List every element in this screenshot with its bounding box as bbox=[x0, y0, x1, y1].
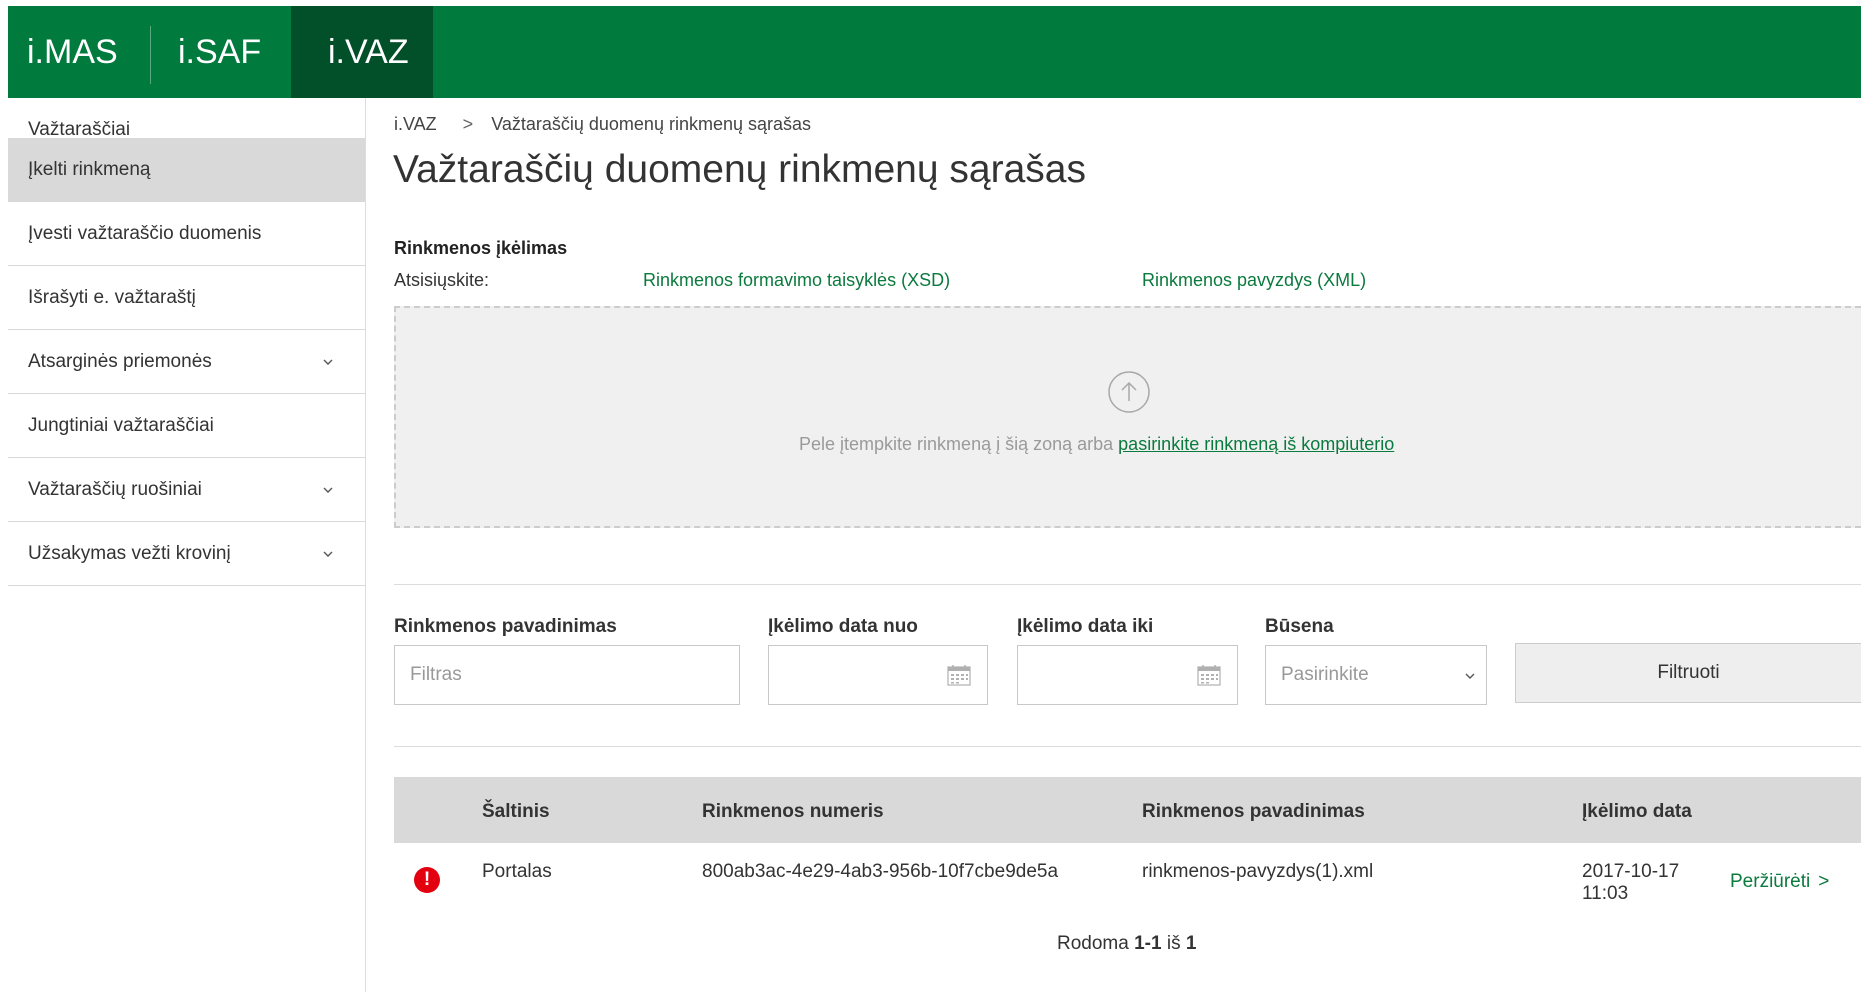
column-header-source[interactable]: Šaltinis bbox=[482, 801, 550, 823]
date-from-input[interactable] bbox=[768, 645, 988, 705]
file-drop-zone[interactable]: Pele įtempkite rinkmeną į šią zoną arba … bbox=[394, 306, 1861, 528]
filter-button[interactable]: Filtruoti bbox=[1515, 643, 1861, 703]
download-label: Atsisiųskite: bbox=[394, 270, 490, 290]
drop-zone-text: Pele įtempkite rinkmeną į šią zoną arba … bbox=[799, 434, 1394, 455]
sidebar-item-ruosiniai[interactable]: Važtaraščių ruošiniai bbox=[8, 458, 365, 522]
breadcrumb-root-link[interactable]: i.VAZ bbox=[394, 114, 437, 134]
calendar-icon[interactable] bbox=[1197, 664, 1221, 686]
filter-name-input[interactable] bbox=[394, 645, 740, 705]
table-header: Šaltinis Rinkmenos numeris Rinkmenos pav… bbox=[394, 777, 1861, 843]
status-select[interactable]: Pasirinkite bbox=[1265, 645, 1487, 705]
calendar-icon[interactable] bbox=[947, 664, 971, 686]
divider bbox=[394, 584, 1861, 585]
sidebar-item-label: Išrašyti e. važtaraštį bbox=[28, 286, 196, 308]
chevron-down-icon bbox=[323, 359, 333, 365]
app-tab-isaf[interactable]: i.SAF bbox=[178, 6, 261, 98]
filter-date-to-label: Įkėlimo data iki bbox=[1017, 616, 1154, 637]
top-app-bar: i.MAS i.SAF i.VAZ bbox=[8, 6, 1861, 98]
filter-date-from-label: Įkėlimo data nuo bbox=[768, 616, 918, 637]
sidebar-item-label: Važtaraščių ruošiniai bbox=[28, 478, 202, 500]
upload-arrow-icon bbox=[1108, 371, 1150, 413]
sidebar-item-label: Atsarginės priemonės bbox=[28, 350, 212, 372]
sidebar-item-label: Jungtiniai važtaraščiai bbox=[28, 414, 214, 436]
view-details-link[interactable]: Peržiūrėti > bbox=[1730, 871, 1829, 893]
sidebar-item-uzsakymas[interactable]: Užsakymas vežti krovinį bbox=[8, 522, 365, 586]
date-to-input[interactable] bbox=[1017, 645, 1238, 705]
sidebar-item-label: Įvesti važtaraščio duomenis bbox=[28, 222, 262, 244]
breadcrumb: i.VAZ > Važtaraščių duomenų rinkmenų sąraš… bbox=[394, 114, 811, 135]
column-header-name[interactable]: Rinkmenos pavadinimas bbox=[1142, 801, 1365, 823]
pagination-summary: Rodoma 1-1 iš 1 bbox=[1057, 933, 1196, 955]
divider bbox=[394, 746, 1861, 747]
error-icon: ! bbox=[414, 867, 440, 893]
breadcrumb-current: Važtaraščių duomenų rinkmenų sąrašas bbox=[491, 114, 812, 134]
filter-status-label: Būsena bbox=[1265, 616, 1334, 637]
cell-number: 800ab3ac-4e29-4ab3-956b-10f7cbe9de5a bbox=[702, 861, 1059, 882]
sidebar-item-ivesti-duomenis[interactable]: Įvesti važtaraščio duomenis bbox=[8, 202, 365, 266]
cell-date: 2017-10-17 bbox=[1582, 861, 1680, 882]
pagination-of: iš bbox=[1166, 933, 1181, 954]
view-link-label: Peržiūrėti bbox=[1730, 871, 1811, 892]
sidebar-item-label: Įkelti rinkmeną bbox=[28, 158, 151, 180]
app-tab-imas[interactable]: i.MAS bbox=[27, 6, 118, 98]
breadcrumb-separator: > bbox=[462, 114, 474, 134]
chevron-right-icon: > bbox=[1818, 871, 1830, 892]
status-select-value: Pasirinkite bbox=[1281, 664, 1369, 685]
page-title: Važtaraščių duomenų rinkmenų sąrašas bbox=[393, 148, 1086, 191]
filter-name-label: Rinkmenos pavadinimas bbox=[394, 616, 617, 637]
cell-name: rinkmenos-pavyzdys(1).xml bbox=[1142, 861, 1374, 882]
pagination-total: 1 bbox=[1185, 933, 1197, 954]
column-header-number[interactable]: Rinkmenos numeris bbox=[702, 801, 884, 823]
pagination-range: 1-1 bbox=[1134, 933, 1162, 954]
drop-instruction: Pele įtempkite rinkmeną į šią zoną arba bbox=[799, 434, 1114, 454]
sidebar-item-israsyti[interactable]: Išrašyti e. važtaraštį bbox=[8, 266, 365, 330]
xsd-download-link[interactable]: Rinkmenos formavimo taisyklės (XSD) bbox=[643, 270, 950, 291]
table-row[interactable]: ! Portalas 800ab3ac-4e29-4ab3-956b-10f7c… bbox=[394, 843, 1861, 923]
sidebar-item-atsargines-priemones[interactable]: Atsarginės priemonės bbox=[8, 330, 365, 394]
sidebar-item-ikelti-rinkmena[interactable]: Įkelti rinkmeną bbox=[8, 138, 365, 202]
chevron-down-icon bbox=[1465, 673, 1475, 679]
sidebar-item-label: Užsakymas vežti krovinį bbox=[28, 542, 231, 564]
chevron-down-icon bbox=[323, 551, 333, 557]
xml-sample-link[interactable]: Rinkmenos pavyzdys (XML) bbox=[1142, 270, 1366, 291]
choose-file-link[interactable]: pasirinkite rinkmeną iš kompiuterio bbox=[1118, 434, 1394, 454]
upload-section-title: Rinkmenos įkėlimas bbox=[394, 238, 568, 258]
pagination-prefix: Rodoma bbox=[1057, 933, 1129, 954]
cell-source: Portalas bbox=[482, 861, 552, 882]
cell-time: 11:03 bbox=[1582, 883, 1629, 904]
column-header-date[interactable]: Įkėlimo data bbox=[1582, 801, 1692, 823]
chevron-down-icon bbox=[323, 487, 333, 493]
app-tab-divider bbox=[150, 26, 151, 84]
app-tab-ivaz[interactable]: i.VAZ bbox=[291, 6, 433, 98]
sidebar: Važtaraščiai Įkelti rinkmeną Įvesti važt… bbox=[8, 98, 366, 992]
sidebar-item-jungtiniai[interactable]: Jungtiniai važtaraščiai bbox=[8, 394, 365, 458]
